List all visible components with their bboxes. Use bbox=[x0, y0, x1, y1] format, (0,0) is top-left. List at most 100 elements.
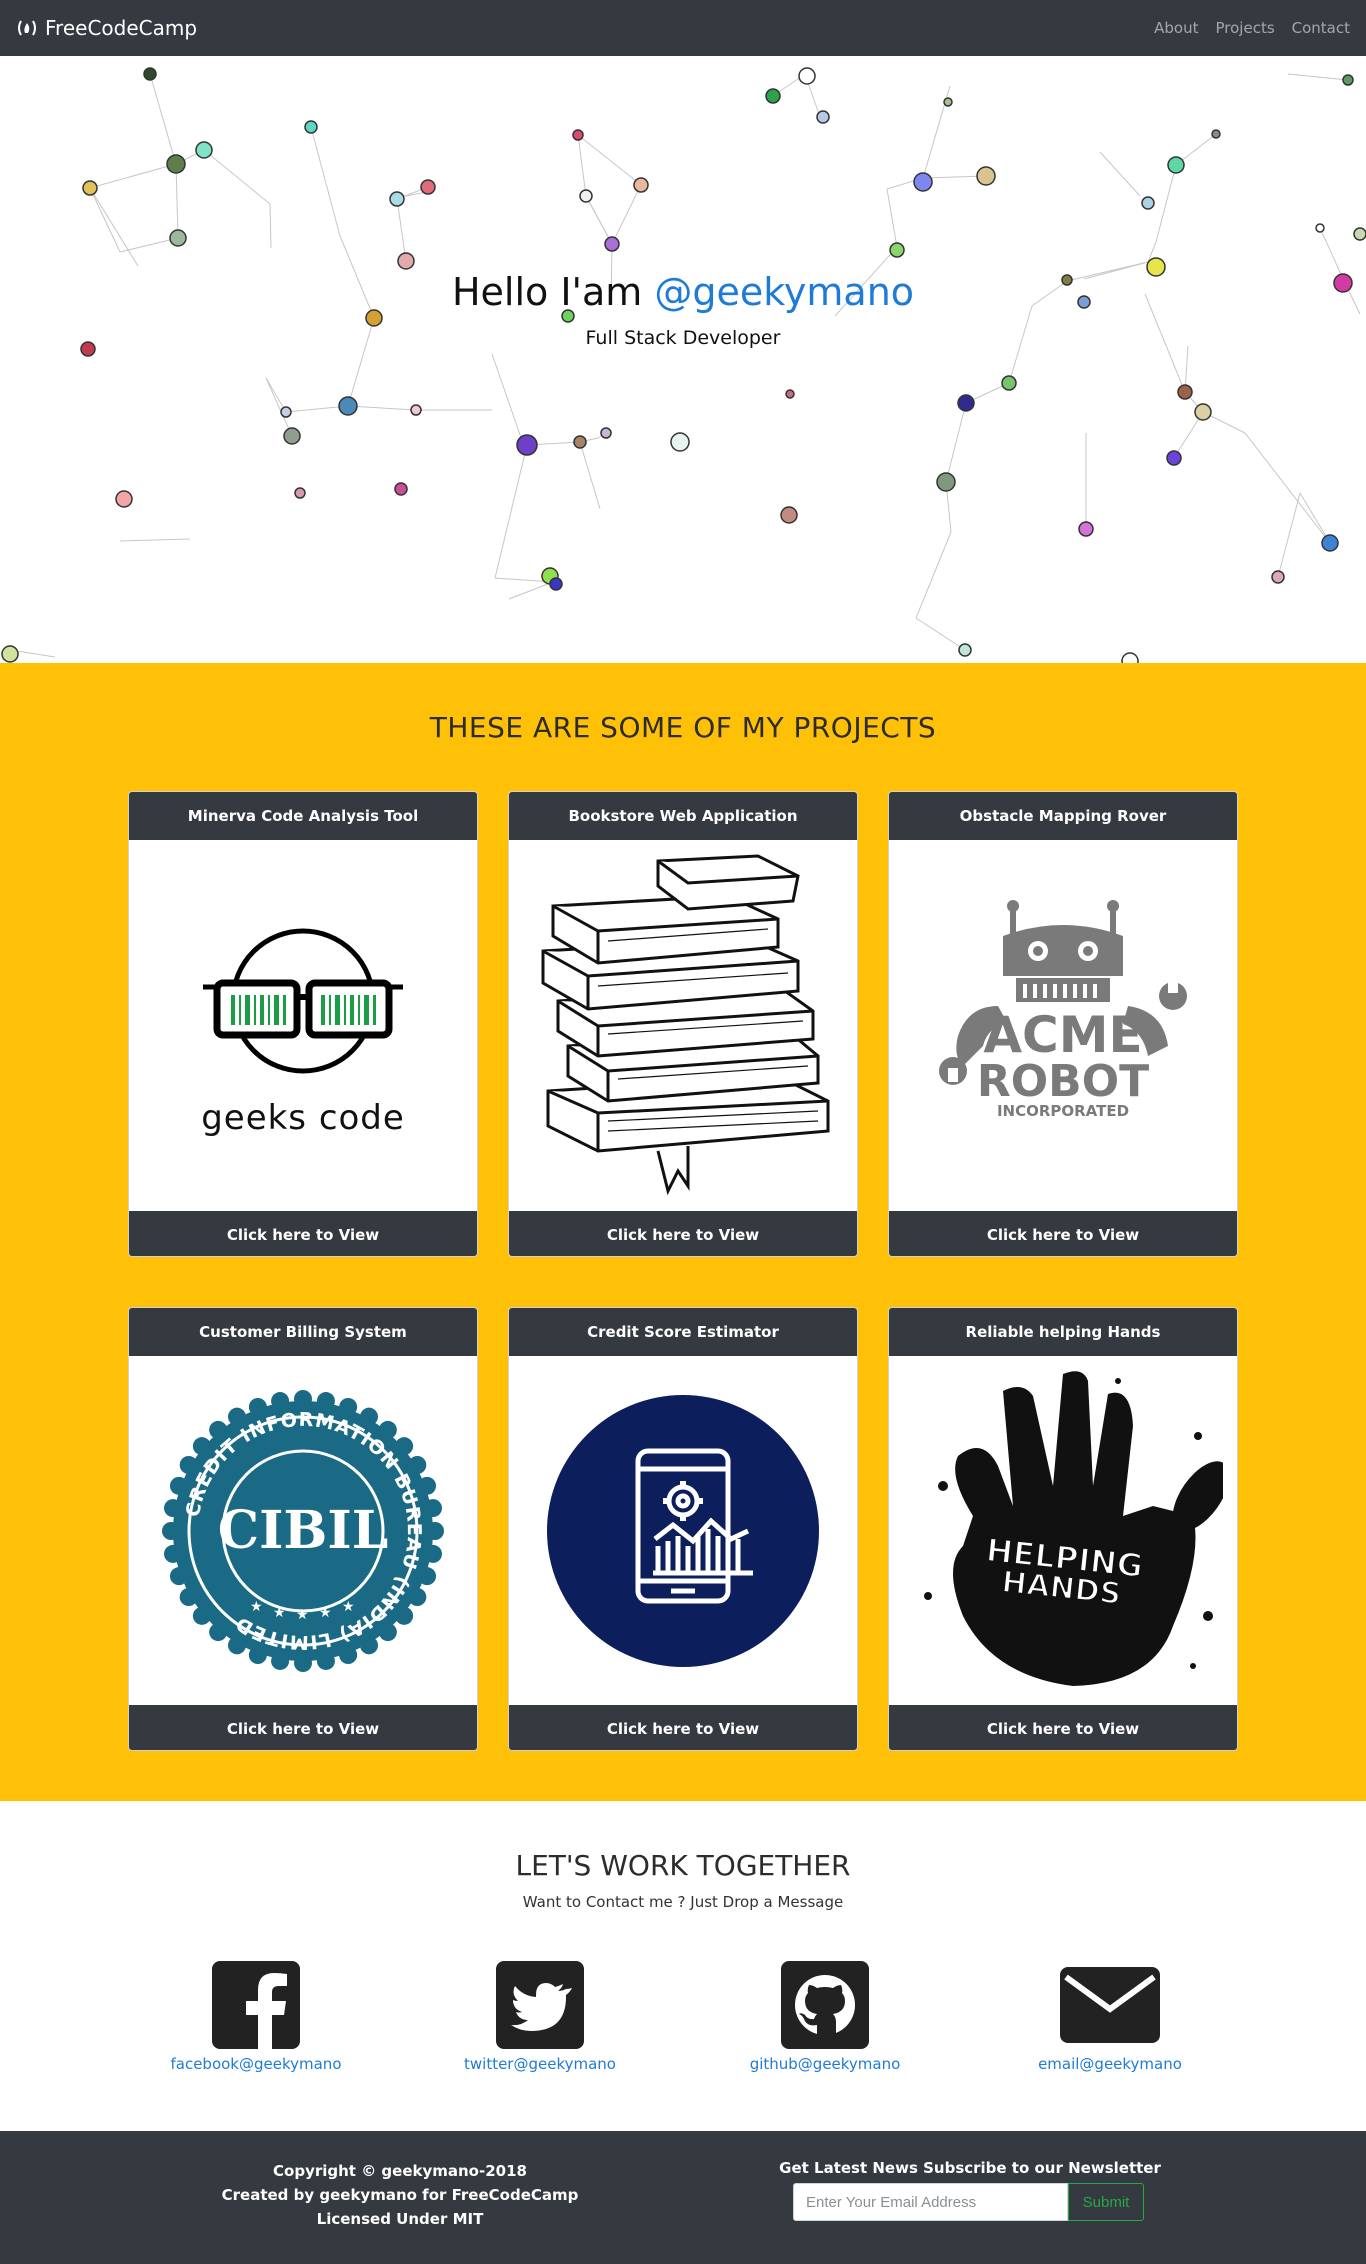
hero-handle: @geekymano bbox=[654, 270, 915, 314]
project-card-helping-hands: Reliable helping Hands HELPING HANDS Cli… bbox=[888, 1307, 1238, 1751]
geeks-code-wordmark: geeks code bbox=[129, 1098, 477, 1138]
project-card-minerva: Minerva Code Analysis Tool geeks code Cl… bbox=[128, 791, 478, 1257]
books-stack-icon bbox=[541, 853, 830, 1195]
nav-links: About Projects Contact bbox=[1154, 19, 1350, 37]
svg-text:★: ★ bbox=[273, 1605, 286, 1621]
seal-tooth bbox=[228, 1407, 246, 1426]
view-project-button[interactable]: Click here to View bbox=[509, 1211, 857, 1256]
brand-link[interactable]: FreeCodeCamp bbox=[16, 16, 197, 40]
project-card-rover: Obstacle Mapping Rover ACME ROBOT INCORP… bbox=[888, 791, 1238, 1257]
card-title: Reliable helping Hands bbox=[889, 1308, 1237, 1356]
seal-tooth bbox=[228, 1635, 246, 1654]
card-title: Obstacle Mapping Rover bbox=[889, 792, 1237, 840]
card-image[interactable]: ACME ROBOT INCORPORATED bbox=[889, 840, 1237, 1211]
seal-tooth bbox=[169, 1476, 188, 1495]
license-text: Licensed Under MIT bbox=[316, 2210, 484, 2228]
view-project-button[interactable]: Click here to View bbox=[889, 1705, 1237, 1750]
facebook-icon[interactable] bbox=[212, 1961, 300, 2049]
nav-projects[interactable]: Projects bbox=[1216, 19, 1275, 37]
card-title: Customer Billing System bbox=[129, 1308, 477, 1356]
seal-tooth bbox=[418, 1566, 437, 1585]
contact-title: LET'S WORK TOGETHER bbox=[515, 1849, 851, 1882]
seal-tooth bbox=[164, 1498, 183, 1517]
mobile-analytics-icon bbox=[547, 1394, 819, 1667]
twitter-icon[interactable] bbox=[496, 1961, 584, 2049]
seal-tooth bbox=[192, 1436, 211, 1455]
email-icon[interactable] bbox=[1060, 1961, 1160, 2049]
seal-tooth bbox=[360, 1407, 378, 1426]
github-link[interactable]: github@geekymano bbox=[705, 2055, 945, 2073]
seal-tooth bbox=[339, 1645, 358, 1664]
projects-title: THESE ARE SOME OF MY PROJECTS bbox=[429, 711, 937, 744]
card-title: Minerva Code Analysis Tool bbox=[129, 792, 477, 840]
navbar: FreeCodeCamp About Projects Contact bbox=[0, 0, 1366, 56]
view-project-button[interactable]: Click here to View bbox=[129, 1705, 477, 1750]
acme-text-block: ACME ROBOT INCORPORATED bbox=[889, 1010, 1237, 1119]
cibil-seal-icon: CREDIT INFORMATION BUREAU (INDIA) LIMITE… bbox=[162, 1389, 444, 1672]
freecodecamp-icon bbox=[18, 20, 36, 36]
geeks-code-text: geeks code bbox=[201, 1098, 405, 1138]
acme-text: ACME bbox=[983, 1006, 1143, 1064]
submit-button[interactable]: Submit bbox=[1068, 2183, 1144, 2221]
contact-section: LET'S WORK TOGETHER Want to Contact me ?… bbox=[0, 1801, 1366, 2131]
nav-contact[interactable]: Contact bbox=[1292, 19, 1350, 37]
card-image[interactable] bbox=[509, 840, 857, 1211]
project-card-bookstore: Bookstore Web Application Click here to … bbox=[508, 791, 858, 1257]
seal-tooth bbox=[179, 1455, 198, 1474]
seal-tooth bbox=[294, 1653, 312, 1672]
card-image[interactable]: CREDIT INFORMATION BUREAU (INDIA) LIMITE… bbox=[129, 1356, 477, 1705]
seal-tooth bbox=[360, 1635, 378, 1654]
seal-tooth bbox=[378, 1622, 397, 1641]
seal-tooth bbox=[169, 1566, 188, 1585]
newsletter-email-input[interactable] bbox=[793, 2183, 1068, 2221]
seal-tooth bbox=[248, 1397, 267, 1416]
seal-tooth bbox=[339, 1397, 358, 1416]
seal-tooth bbox=[271, 1391, 290, 1410]
seal-tooth bbox=[192, 1606, 211, 1625]
seal-tooth bbox=[316, 1391, 335, 1410]
newsletter-form: Submit bbox=[793, 2183, 1144, 2221]
view-project-button[interactable]: Click here to View bbox=[129, 1211, 477, 1256]
seal-tooth bbox=[426, 1521, 444, 1540]
view-project-button[interactable]: Click here to View bbox=[889, 1211, 1237, 1256]
brand-name: FreeCodeCamp bbox=[45, 16, 198, 40]
footer: Copyright © geekymano-2018 Created by ge… bbox=[0, 2131, 1366, 2264]
copyright-text: Copyright © geekymano-2018 bbox=[273, 2162, 527, 2180]
card-image[interactable]: geeks code bbox=[129, 840, 477, 1211]
social-twitter: twitter@geekymano bbox=[420, 1961, 660, 2073]
social-email: email@geekymano bbox=[990, 1961, 1230, 2073]
cibil-text: CIBIL bbox=[218, 1500, 389, 1561]
created-by-text: Created by geekymano for FreeCodeCamp bbox=[221, 2186, 579, 2204]
card-image[interactable] bbox=[509, 1356, 857, 1705]
seal-tooth bbox=[408, 1587, 427, 1606]
svg-text:★: ★ bbox=[319, 1605, 332, 1621]
robot-text: ROBOT bbox=[976, 1056, 1150, 1107]
seal-tooth bbox=[378, 1420, 397, 1439]
hero-section: Hello I'am @geekymano Full Stack Develop… bbox=[0, 56, 1366, 663]
seal-tooth bbox=[418, 1476, 437, 1495]
facebook-link[interactable]: facebook@geekymano bbox=[136, 2055, 376, 2073]
seal-tooth bbox=[248, 1645, 267, 1664]
seal-tooth bbox=[408, 1455, 427, 1474]
social-facebook: facebook@geekymano bbox=[136, 1961, 376, 2073]
email-link[interactable]: email@geekymano bbox=[990, 2055, 1230, 2073]
svg-text:★: ★ bbox=[342, 1599, 355, 1615]
card-image[interactable]: HELPING HANDS bbox=[889, 1356, 1237, 1705]
project-card-billing: Customer Billing System CREDIT INFORMATI… bbox=[128, 1307, 478, 1751]
seal-tooth bbox=[164, 1544, 183, 1563]
seal-tooth bbox=[209, 1622, 228, 1641]
twitter-link[interactable]: twitter@geekymano bbox=[420, 2055, 660, 2073]
particle-network-background bbox=[1, 67, 1366, 663]
seal-tooth bbox=[271, 1651, 290, 1670]
seal-tooth bbox=[423, 1498, 442, 1517]
card-title: Bookstore Web Application bbox=[509, 792, 857, 840]
card-title: Credit Score Estimator bbox=[509, 1308, 857, 1356]
footer-credits: Copyright © geekymano-2018 Created by ge… bbox=[200, 2159, 600, 2231]
svg-text:★: ★ bbox=[250, 1599, 263, 1615]
hero-greeting: Hello I'am bbox=[451, 270, 655, 314]
social-github: github@geekymano bbox=[705, 1961, 945, 2073]
nav-about[interactable]: About bbox=[1154, 19, 1198, 37]
github-icon[interactable] bbox=[781, 1961, 869, 2049]
view-project-button[interactable]: Click here to View bbox=[509, 1705, 857, 1750]
hero-title: Hello I'am @geekymano bbox=[0, 270, 1366, 314]
